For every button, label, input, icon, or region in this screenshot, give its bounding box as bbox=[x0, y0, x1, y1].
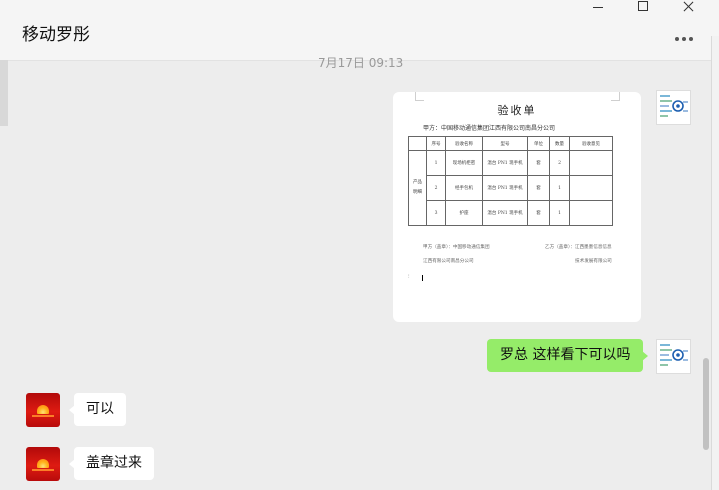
party-a-signature-line2: 江西有限公司南昌分公司 bbox=[423, 259, 474, 264]
party-a-signature: 甲方（盖章）：中国移动通信集团 bbox=[423, 245, 490, 250]
sea-line bbox=[32, 469, 54, 471]
message-bubble-sent[interactable]: 罗总 这样看下可以吗 bbox=[487, 339, 649, 372]
avatar[interactable] bbox=[26, 447, 60, 481]
mindmap-avatar-icon bbox=[660, 95, 688, 117]
sunrise-icon bbox=[37, 405, 49, 414]
document-title: 验收单 bbox=[497, 104, 537, 117]
message-bubble-received[interactable]: 可以 bbox=[69, 393, 126, 426]
table-cell: 现场机柜密 bbox=[445, 150, 483, 176]
party-b-signature-line2: 技术发展有限公司 bbox=[575, 259, 612, 264]
page-corner-mark bbox=[415, 92, 424, 101]
avatar[interactable] bbox=[26, 393, 60, 427]
table-cell: 1 bbox=[549, 200, 570, 226]
table-header: 验收意见 bbox=[569, 136, 613, 151]
sea-line bbox=[32, 415, 54, 417]
message-bubble-received[interactable]: 盖章过来 bbox=[69, 447, 154, 480]
mindmap-avatar-icon bbox=[660, 344, 688, 366]
chat-scrollbar[interactable] bbox=[703, 358, 709, 450]
table-header: 数量 bbox=[549, 136, 570, 151]
table-cell: 套 bbox=[527, 150, 550, 176]
table-cell: 套 bbox=[527, 200, 550, 226]
table-header: 型号 bbox=[482, 136, 528, 151]
table-cell: 1 bbox=[549, 175, 570, 201]
table-cell: 1 bbox=[426, 150, 446, 176]
left-panel-edge bbox=[0, 60, 8, 126]
right-panel-edge bbox=[711, 36, 719, 490]
table-row: 3 护座 温台 PN1 现手机 套 1 bbox=[409, 200, 613, 226]
table-row: 产品明细 1 现场机柜密 温台 PN1 现手机 套 2 bbox=[408, 150, 613, 226]
table-cell: 套 bbox=[527, 175, 550, 201]
table-cell: 2 bbox=[426, 175, 446, 201]
table-row: 2 经手包机 温台 PN1 现手机 套 1 bbox=[409, 175, 613, 201]
table-cell bbox=[569, 175, 613, 201]
avatar[interactable] bbox=[656, 90, 691, 125]
avatar[interactable] bbox=[656, 339, 691, 374]
paragraph-mark-icon: ⁝ bbox=[408, 274, 410, 280]
document-image-message[interactable]: 验收单 甲方：中国移动通信集团江西有限公司南昌分公司 序号 验收名称 型号 单位… bbox=[393, 92, 641, 322]
table-header: 单位 bbox=[527, 136, 550, 151]
party-b-signature: 乙方（盖章）：江西墨墨信息信息 bbox=[545, 245, 612, 250]
acceptance-table: 序号 验收名称 型号 单位 数量 验收意见 产品明细 1 现场机柜密 温台 PN… bbox=[408, 136, 613, 226]
message-timestamp: 7月17日 09:13 bbox=[318, 56, 404, 70]
text-cursor bbox=[422, 275, 423, 281]
table-header: 验收名称 bbox=[445, 136, 483, 151]
table-cell: 温台 PN1 现手机 bbox=[482, 175, 528, 201]
table-cell: 2 bbox=[549, 150, 570, 176]
more-icon[interactable] bbox=[675, 30, 695, 46]
table-cell: 护座 bbox=[445, 200, 483, 226]
table-cell: 3 bbox=[426, 200, 446, 226]
table-cell bbox=[569, 150, 613, 176]
table-cell bbox=[569, 200, 613, 226]
minimize-icon[interactable] bbox=[578, 0, 618, 16]
document-party-a: 甲方：中国移动通信集团江西有限公司南昌分公司 bbox=[423, 125, 556, 132]
title-bar: 移动罗彤 bbox=[0, 0, 719, 61]
table-cell: 温台 PN1 现手机 bbox=[482, 150, 528, 176]
page-corner-mark bbox=[611, 92, 620, 101]
table-header: 序号 bbox=[426, 136, 446, 151]
table-cell: 经手包机 bbox=[445, 175, 483, 201]
sunrise-icon bbox=[37, 459, 49, 468]
chat-title: 移动罗彤 bbox=[22, 25, 90, 45]
maximize-icon[interactable] bbox=[623, 0, 663, 16]
table-cell: 温台 PN1 现手机 bbox=[482, 200, 528, 226]
close-icon[interactable] bbox=[668, 0, 708, 16]
table-row-group-label: 产品明细 bbox=[408, 150, 427, 226]
